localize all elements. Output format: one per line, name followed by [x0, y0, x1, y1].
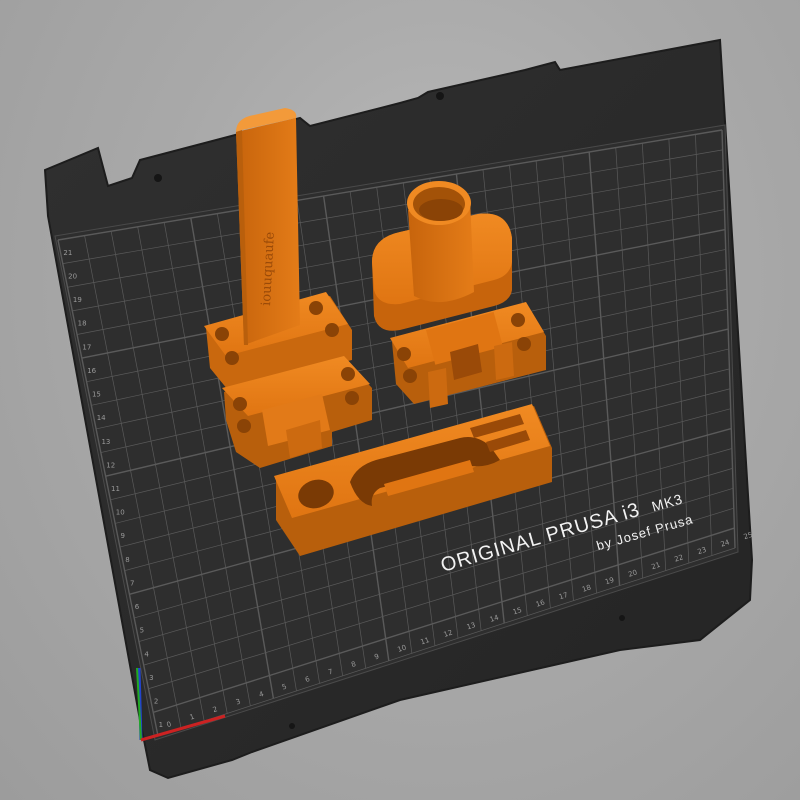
axis-label-x: 25	[743, 531, 754, 541]
axis-label-y: 1	[159, 721, 163, 729]
axis-label-y: 3	[149, 674, 153, 682]
axis-label-y: 16	[87, 367, 96, 375]
print-bed-scene[interactable]: 0123456789101112131415161718192021222324…	[0, 0, 800, 800]
axis-label-y: 15	[92, 391, 101, 399]
3d-viewport[interactable]: 0 1 2 3 4 5 6 7 8 9 10 11 12 13 14 15 16 17 18 19 20 21 22 23 24…	[0, 0, 800, 800]
axis-label-y: 5	[140, 627, 144, 635]
bed-screw-hole	[619, 615, 625, 621]
axis-label-y: 6	[135, 603, 140, 611]
part-tall-post[interactable]: iouuquaufe	[236, 108, 300, 345]
axis-label-y: 13	[101, 438, 110, 446]
axis-label-y: 11	[111, 485, 120, 493]
axis-label-y: 18	[78, 320, 87, 328]
axis-label-y: 14	[97, 414, 106, 422]
axis-label-y: 9	[121, 532, 125, 540]
axis-label-y: 8	[125, 556, 129, 564]
axis-label-y: 7	[130, 579, 134, 587]
axis-label-y: 2	[154, 698, 158, 706]
bed-screw-hole	[289, 723, 295, 729]
bed-screw-hole	[154, 174, 162, 182]
axis-label-y: 4	[144, 650, 149, 658]
bed-screw-hole	[436, 92, 444, 100]
axis-label-y: 12	[106, 461, 115, 469]
axis-label-y: 10	[116, 509, 125, 517]
axis-label-y: 17	[82, 343, 91, 351]
part-hollow-tube[interactable]	[407, 181, 474, 303]
axis-label-y: 21	[63, 249, 72, 257]
axis-label-y: 19	[73, 296, 82, 304]
axis-label-y: 20	[68, 272, 77, 280]
